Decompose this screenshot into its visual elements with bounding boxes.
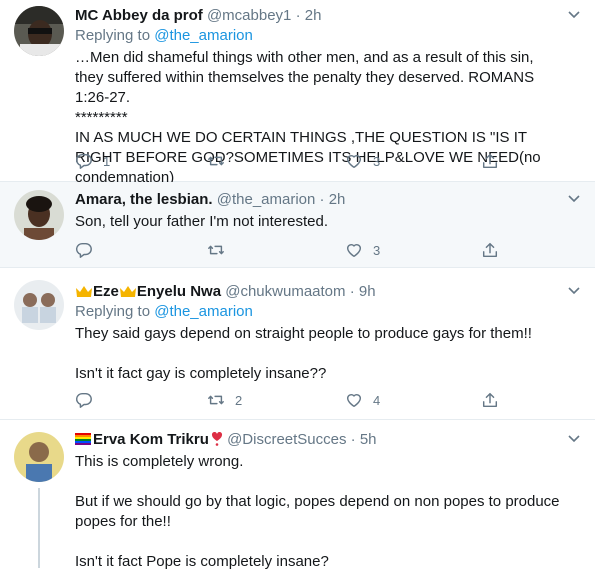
timestamp[interactable]: 2h [305,7,322,24]
reply-count: 1 [103,153,111,169]
crown-icon [76,286,92,297]
separator-dot: · [319,191,325,208]
tweet-erva[interactable]: Erva Kom Trikru @DiscreetSucces · 5h Thi… [0,420,595,570]
reply-icon [76,392,92,408]
like-button[interactable]: 3 [345,151,380,171]
reply-button[interactable] [75,390,103,410]
avatar[interactable] [14,432,64,482]
tweet-mcabbey[interactable]: MC Abbey da prof @mcabbey1 · 2h Replying… [0,0,595,186]
user-handle[interactable]: @DiscreetSucces [227,431,346,448]
tweet-actions: 1 3 [75,151,498,171]
share-button[interactable] [481,390,499,410]
thread-line [38,488,40,568]
rainbow-flag-icon [75,433,91,445]
avatar[interactable] [14,280,64,330]
like-count: 3 [373,153,381,169]
replying-to: Replying to @the_amarion [75,26,565,46]
replying-to: Replying to @the_amarion [75,302,565,322]
share-icon [482,153,498,169]
tweet-actions: 2 4 [75,390,498,410]
separator-dot: · [349,283,355,300]
separator-dot: · [295,7,301,24]
timestamp[interactable]: 9h [359,283,376,300]
timestamp[interactable]: 2h [329,191,346,208]
replying-prefix: Replying to [75,303,151,320]
reply-icon [76,242,92,258]
avatar[interactable] [14,6,64,56]
separator-dot: · [350,431,356,448]
like-count: 4 [373,392,381,408]
tweet-header: Erva Kom Trikru @DiscreetSucces · 5h [75,430,565,450]
display-name[interactable]: Amara, the lesbian. [75,191,213,208]
user-handle[interactable]: @chukwumaatom [225,283,345,300]
tweet-text: This is completely wrong. But if we shou… [75,453,560,570]
retweet-icon [208,245,224,255]
reply-icon [76,153,92,169]
retweet-icon [208,395,224,405]
like-button[interactable]: 3 [345,240,380,260]
chevron-down-icon[interactable] [567,286,581,296]
retweet-button[interactable] [207,240,235,260]
tweet-amara[interactable]: Amara, the lesbian. @the_amarion · 2h So… [0,182,595,268]
display-name[interactable]: MC Abbey da prof [75,7,203,24]
heart-icon [346,244,362,258]
avatar[interactable] [14,190,64,240]
user-handle[interactable]: @mcabbey1 [207,7,291,24]
reply-button[interactable]: 1 [75,151,110,171]
mention-link[interactable]: @the_amarion [154,303,253,320]
display-name-part1[interactable]: Eze [93,283,119,300]
reply-button[interactable] [75,240,103,260]
tweet-eze[interactable]: Eze Enyelu Nwa @chukwumaatom · 9h Replyin… [0,268,595,420]
retweet-count: 2 [235,392,243,408]
retweet-button[interactable] [207,151,235,171]
share-icon [482,242,498,258]
mention-link[interactable]: @the_amarion [154,27,253,44]
tweet-header: Amara, the lesbian. @the_amarion · 2h [75,190,565,210]
retweet-icon [208,156,224,166]
chevron-down-icon[interactable] [567,10,581,20]
retweet-button[interactable]: 2 [207,390,242,410]
share-icon [482,392,498,408]
replying-prefix: Replying to [75,27,151,44]
chevron-down-icon[interactable] [567,434,581,444]
share-button[interactable] [481,151,499,171]
display-name[interactable]: Erva Kom Trikru [93,431,209,448]
heart-icon [346,394,362,408]
chevron-down-icon[interactable] [567,194,581,204]
crown-icon [119,286,136,297]
tweet-text: They said gays depend on straight people… [75,325,532,382]
heart-icon [346,155,362,169]
tweet-actions: 3 [75,240,498,260]
user-handle[interactable]: @the_amarion [217,191,316,208]
like-button[interactable]: 4 [345,390,380,410]
tweet-header: Eze Enyelu Nwa @chukwumaatom · 9h [75,282,565,302]
heart-exclamation-icon [211,432,222,446]
display-name-part2[interactable]: Enyelu Nwa [137,283,221,300]
timestamp[interactable]: 5h [360,431,377,448]
like-count: 3 [373,242,381,258]
tweet-header: MC Abbey da prof @mcabbey1 · 2h [75,6,565,26]
share-button[interactable] [481,240,499,260]
tweet-text: Son, tell your father I'm not interested… [75,213,328,230]
